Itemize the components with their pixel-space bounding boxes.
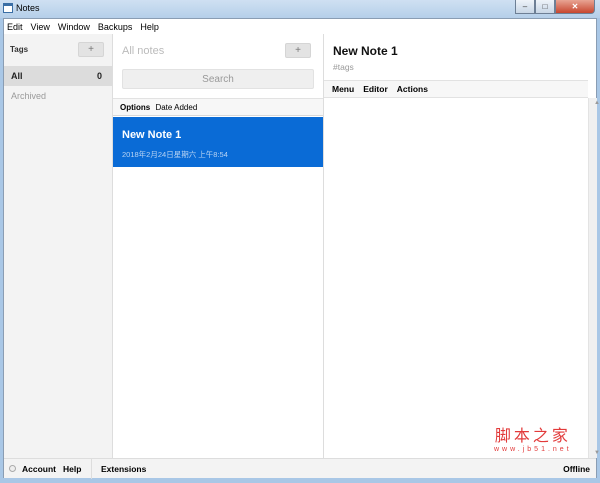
editor-toolbar: Menu Editor Actions — [324, 80, 588, 98]
account-status-icon — [9, 465, 16, 472]
account-button[interactable]: Account — [22, 464, 56, 474]
sort-date-added[interactable]: Date Added — [155, 103, 197, 112]
watermark-text: 脚本之家 — [494, 426, 571, 445]
close-button[interactable]: ✕ — [555, 0, 595, 14]
sidebar-item-archived[interactable]: Archived — [4, 86, 112, 106]
note-date: 2018年2月24日星期六 上午8:54 — [122, 150, 228, 159]
notes-heading: All notes — [122, 45, 165, 57]
scroll-up-icon[interactable]: ▲ — [593, 100, 600, 106]
search-input[interactable]: Search — [122, 69, 314, 89]
menu-edit[interactable]: Edit — [7, 22, 23, 32]
editor-tags-input[interactable]: #tags — [333, 62, 354, 72]
editor-scrollbar[interactable]: ▲ ▼ — [588, 98, 600, 458]
menu-view[interactable]: View — [31, 22, 50, 32]
minimize-button[interactable]: – — [515, 0, 535, 14]
note-title: New Note 1 — [122, 129, 182, 141]
watermark: 脚本之家 www.jb51.net — [494, 426, 572, 454]
divider — [91, 459, 92, 479]
toolbar-editor[interactable]: Editor — [363, 84, 388, 94]
note-editor: New Note 1 #tags Menu Editor Actions — [324, 34, 588, 458]
notes-list-panel: All notes + Search Options Date Added Ne… — [113, 34, 324, 458]
menu-backups[interactable]: Backups — [98, 22, 133, 32]
note-list-item[interactable]: New Note 1 2018年2月24日星期六 上午8:54 — [113, 117, 323, 167]
sync-status: Offline — [563, 464, 590, 474]
tags-heading: Tags — [10, 45, 29, 54]
editor-note-title[interactable]: New Note 1 — [333, 44, 398, 58]
menu-bar: Edit View Window Backups Help — [4, 19, 596, 34]
scroll-down-icon[interactable]: ▼ — [593, 450, 600, 456]
toolbar-menu[interactable]: Menu — [332, 84, 354, 94]
app-icon — [3, 3, 13, 13]
maximize-button[interactable]: □ — [535, 0, 555, 14]
menu-help[interactable]: Help — [140, 22, 159, 32]
sidebar-item-all[interactable]: All 0 — [4, 66, 112, 86]
watermark-url: www.jb51.net — [494, 446, 572, 453]
sidebar-item-count: 0 — [96, 71, 102, 81]
options-button[interactable]: Options — [120, 103, 150, 112]
sidebar-item-label: All — [11, 71, 23, 81]
tags-sidebar: Tags + All 0 Archived — [4, 34, 113, 458]
extensions-button[interactable]: Extensions — [101, 464, 146, 474]
add-note-button[interactable]: + — [285, 43, 311, 58]
add-tag-button[interactable]: + — [78, 42, 104, 57]
menu-window[interactable]: Window — [58, 22, 90, 32]
status-footer: Account Help Extensions Offline — [4, 458, 596, 479]
notes-options-bar: Options Date Added — [113, 98, 323, 116]
window-title: Notes — [16, 3, 40, 13]
toolbar-actions[interactable]: Actions — [397, 84, 428, 94]
sidebar-item-label: Archived — [11, 91, 47, 101]
help-button[interactable]: Help — [63, 464, 81, 474]
app-window: Edit View Window Backups Help Tags + All… — [3, 18, 600, 479]
title-bar: Notes – □ ✕ — [0, 0, 600, 18]
